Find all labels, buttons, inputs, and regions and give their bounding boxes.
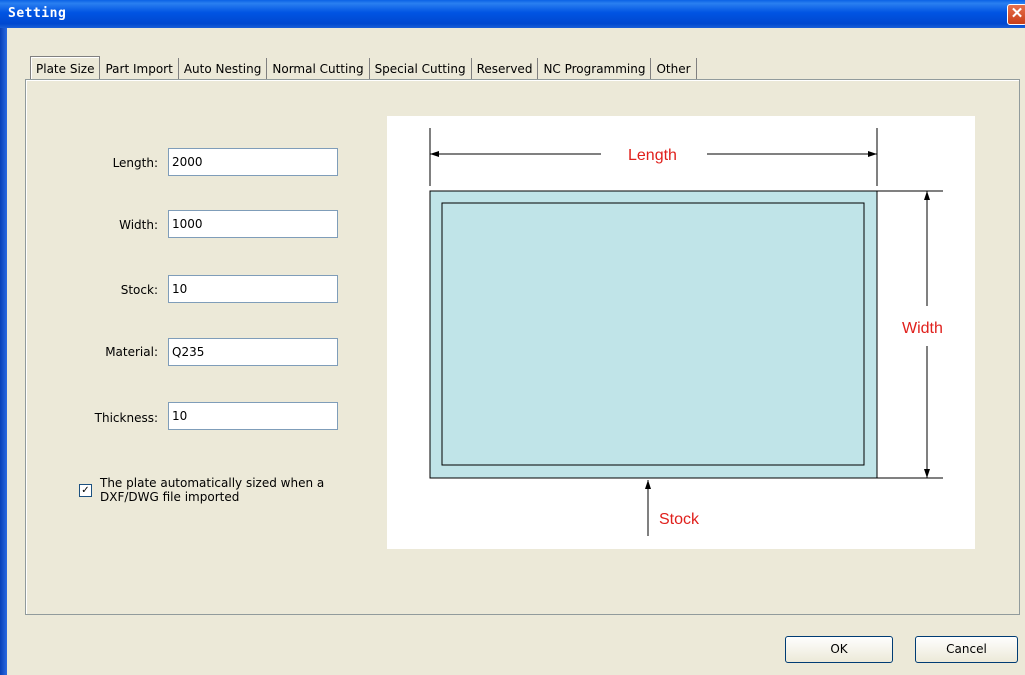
material-input[interactable]: [168, 338, 338, 366]
plate-diagram: Length Width Stock: [387, 116, 975, 549]
thickness-input[interactable]: [168, 402, 338, 430]
tab-nc-programming[interactable]: NC Programming: [538, 58, 652, 80]
ok-button[interactable]: OK: [785, 636, 893, 663]
length-arrowhead-left: [430, 151, 439, 157]
tab-strip: Plate Size Part Import Auto Nesting Norm…: [30, 56, 697, 80]
title-bar[interactable]: Setting ✕: [0, 0, 1025, 28]
width-label: Width:: [119, 218, 158, 232]
plate-diagram-svg: Length Width Stock: [429, 128, 943, 536]
stock-label: Stock:: [120, 283, 158, 297]
tab-reserved[interactable]: Reserved: [472, 58, 539, 80]
auto-size-checkbox[interactable]: ✓: [79, 484, 92, 497]
stock-diagram-label: Stock: [659, 511, 700, 528]
length-label: Length:: [112, 156, 158, 170]
tab-plate-size[interactable]: Plate Size: [30, 56, 101, 80]
auto-size-label-line2: DXF/DWG file imported: [100, 490, 240, 504]
width-arrowhead-bottom: [924, 469, 930, 478]
length-arrowhead-right: [868, 151, 877, 157]
tab-special-cutting[interactable]: Special Cutting: [370, 58, 472, 80]
stock-input[interactable]: [168, 275, 338, 303]
tab-normal-cutting[interactable]: Normal Cutting: [267, 58, 370, 80]
width-input[interactable]: [168, 210, 338, 238]
auto-size-label-line1: The plate automatically sized when a: [100, 476, 325, 490]
material-label: Material:: [105, 345, 158, 359]
length-input[interactable]: [168, 148, 338, 176]
window-title: Setting: [8, 6, 67, 21]
auto-size-label[interactable]: The plate automatically sized when a DXF…: [100, 476, 360, 504]
window-frame-left: [0, 28, 7, 675]
tab-auto-nesting[interactable]: Auto Nesting: [179, 58, 268, 80]
length-diagram-label: Length: [628, 147, 677, 164]
tab-other[interactable]: Other: [651, 58, 697, 80]
thickness-label: Thickness:: [94, 411, 158, 425]
close-button[interactable]: ✕: [1007, 4, 1025, 25]
width-diagram-label: Width: [902, 320, 943, 337]
check-mark-icon: ✓: [81, 485, 90, 496]
close-icon: ✕: [1010, 5, 1024, 22]
plate-inner-rect: [441, 202, 865, 466]
width-arrowhead-top: [924, 191, 930, 200]
cancel-button[interactable]: Cancel: [915, 636, 1018, 663]
tab-part-import[interactable]: Part Import: [100, 58, 179, 80]
stock-arrowhead-up: [645, 480, 651, 489]
